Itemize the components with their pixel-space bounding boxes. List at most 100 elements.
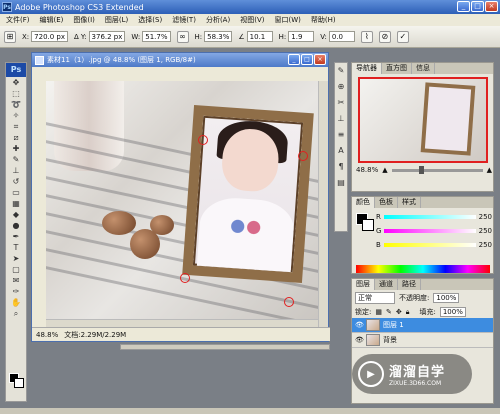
magic-wand-tool-icon[interactable]: ✧ [6, 110, 26, 121]
move-tool-icon[interactable]: ✥ [6, 77, 26, 88]
tab-histogram[interactable]: 直方图 [382, 63, 412, 74]
cancel-transform-icon[interactable]: ⊘ [378, 30, 391, 43]
layer-comps-panel-icon[interactable]: ▤ [335, 175, 347, 191]
layer-row[interactable]: 👁︎ 图层 1 [352, 318, 493, 333]
vertical-scrollbar[interactable] [318, 81, 328, 329]
brushes-panel-icon[interactable]: ✎ [335, 63, 347, 79]
background-color-swatch[interactable] [14, 378, 24, 388]
maximize-icon[interactable]: □ [471, 1, 484, 12]
clone-source-panel-icon[interactable]: ⊕ [335, 79, 347, 95]
tab-styles[interactable]: 样式 [398, 197, 421, 208]
commit-transform-icon[interactable]: ✓ [396, 30, 409, 43]
minimize-icon[interactable]: _ [457, 1, 470, 12]
doc-close-icon[interactable]: × [314, 54, 326, 65]
warp-icon[interactable]: ⌇ [360, 30, 373, 43]
h-field[interactable]: 58.3% [204, 31, 233, 42]
menu-filter[interactable]: 滤镜(T) [172, 15, 196, 25]
marquee-tool-icon[interactable]: ⬚ [6, 88, 26, 99]
brush-tool-icon[interactable]: ✎ [6, 154, 26, 165]
tab-info[interactable]: 信息 [412, 63, 435, 74]
menu-select[interactable]: 选择(S) [138, 15, 162, 25]
transform-handle[interactable] [180, 273, 190, 283]
lock-position-icon[interactable]: ✥ [396, 308, 402, 316]
blend-mode-select[interactable]: 正常 [355, 292, 395, 304]
hand-tool-icon[interactable]: ✋ [6, 297, 26, 308]
lock-transparency-icon[interactable]: ▦ [375, 308, 382, 316]
transform-handle[interactable] [198, 135, 208, 145]
eyedropper-tool-icon[interactable]: ✑ [6, 286, 26, 297]
zoom-level[interactable]: 48.8% [36, 331, 58, 339]
gradient-tool-icon[interactable]: ▦ [6, 198, 26, 209]
pen-tool-icon[interactable]: ✒ [6, 231, 26, 242]
healing-brush-tool-icon[interactable]: ✚ [6, 143, 26, 154]
fill-field[interactable]: 100% [439, 307, 466, 317]
type-tool-icon[interactable]: T [6, 242, 26, 253]
menu-layer[interactable]: 图层(L) [105, 15, 128, 25]
color-spectrum-bar[interactable] [356, 265, 490, 273]
menu-edit[interactable]: 编辑(E) [40, 15, 64, 25]
paragraph-panel-icon[interactable]: ¶ [335, 159, 347, 175]
tab-channels[interactable]: 通道 [375, 279, 398, 290]
shape-tool-icon[interactable]: ▢ [6, 264, 26, 275]
zoom-in-icon[interactable]: ▲ [487, 166, 492, 174]
lock-all-icon[interactable]: 🔒︎ [406, 308, 410, 317]
angle-field[interactable]: 10.1 [246, 31, 273, 42]
g-slider[interactable] [384, 229, 476, 233]
history-brush-tool-icon[interactable]: ↺ [6, 176, 26, 187]
opacity-field[interactable]: 100% [433, 293, 460, 303]
tab-navigator[interactable]: 导航器 [352, 63, 382, 74]
notes-tool-icon[interactable]: ✉ [6, 275, 26, 286]
r-value[interactable]: 250 [479, 213, 492, 221]
blur-tool-icon[interactable]: ◆ [6, 209, 26, 220]
menu-help[interactable]: 帮助(H) [311, 15, 336, 25]
doc-maximize-icon[interactable]: □ [301, 54, 313, 65]
lock-image-icon[interactable]: ✎ [386, 308, 392, 316]
menu-analysis[interactable]: 分析(A) [206, 15, 230, 25]
hskew-field[interactable]: 1.9 [288, 31, 315, 42]
r-slider[interactable] [383, 215, 476, 219]
layer-row[interactable]: 👁︎ 背景 [352, 333, 493, 348]
tab-layers[interactable]: 图层 [352, 279, 375, 290]
doc-minimize-icon[interactable]: _ [288, 54, 300, 65]
link-icon[interactable]: ∞ [176, 30, 189, 43]
eye-icon[interactable]: 👁︎ [355, 321, 364, 329]
crop-tool-icon[interactable]: ⌗ [6, 121, 26, 132]
lasso-tool-icon[interactable]: ➰ [6, 99, 26, 110]
eraser-tool-icon[interactable]: ▭ [6, 187, 26, 198]
w-field[interactable]: 51.7% [142, 31, 171, 42]
clone-stamp-tool-icon[interactable]: ⊥ [6, 165, 26, 176]
color-bg-swatch[interactable] [362, 219, 374, 231]
dodge-tool-icon[interactable]: ● [6, 220, 26, 231]
b-slider[interactable] [383, 243, 476, 247]
menu-view[interactable]: 视图(V) [240, 15, 264, 25]
navigator-zoom[interactable]: 48.8% [356, 166, 378, 174]
vskew-field[interactable]: 0.0 [328, 31, 355, 42]
tab-paths[interactable]: 路径 [398, 279, 421, 290]
transform-handle[interactable] [284, 297, 294, 307]
zoom-out-icon[interactable]: ▲ [382, 166, 387, 174]
menu-window[interactable]: 窗口(W) [274, 15, 300, 25]
horizontal-scrollbar[interactable] [46, 319, 318, 327]
transform-handle[interactable] [298, 151, 308, 161]
navigator-view-box[interactable] [358, 77, 488, 163]
menu-image[interactable]: 图像(I) [73, 15, 95, 25]
eye-icon[interactable]: 👁︎ [355, 336, 364, 344]
close-icon[interactable]: × [485, 1, 498, 12]
tab-color[interactable]: 颜色 [352, 197, 375, 208]
b-value[interactable]: 250 [479, 241, 492, 249]
stamp-panel-icon[interactable]: ⊥ [335, 111, 347, 127]
path-selection-tool-icon[interactable]: ➤ [6, 253, 26, 264]
navigator-zoom-slider[interactable] [391, 165, 483, 174]
transform-reference-icon[interactable]: ⊞ [4, 30, 16, 43]
x-field[interactable]: 720.0 px [31, 31, 69, 42]
slice-tool-icon[interactable]: ⧄ [6, 132, 26, 143]
g-value[interactable]: 250 [479, 227, 492, 235]
photo-frame-layer[interactable] [182, 105, 314, 283]
menu-file[interactable]: 文件(F) [6, 15, 30, 25]
tab-swatches[interactable]: 色板 [375, 197, 398, 208]
y-field[interactable]: 376.2 px [88, 31, 126, 42]
history-panel-icon[interactable]: ≡ [335, 127, 347, 143]
image-canvas[interactable] [46, 81, 318, 327]
character-panel-icon[interactable]: A [335, 143, 347, 159]
zoom-tool-icon[interactable]: ⌕ [6, 308, 26, 319]
